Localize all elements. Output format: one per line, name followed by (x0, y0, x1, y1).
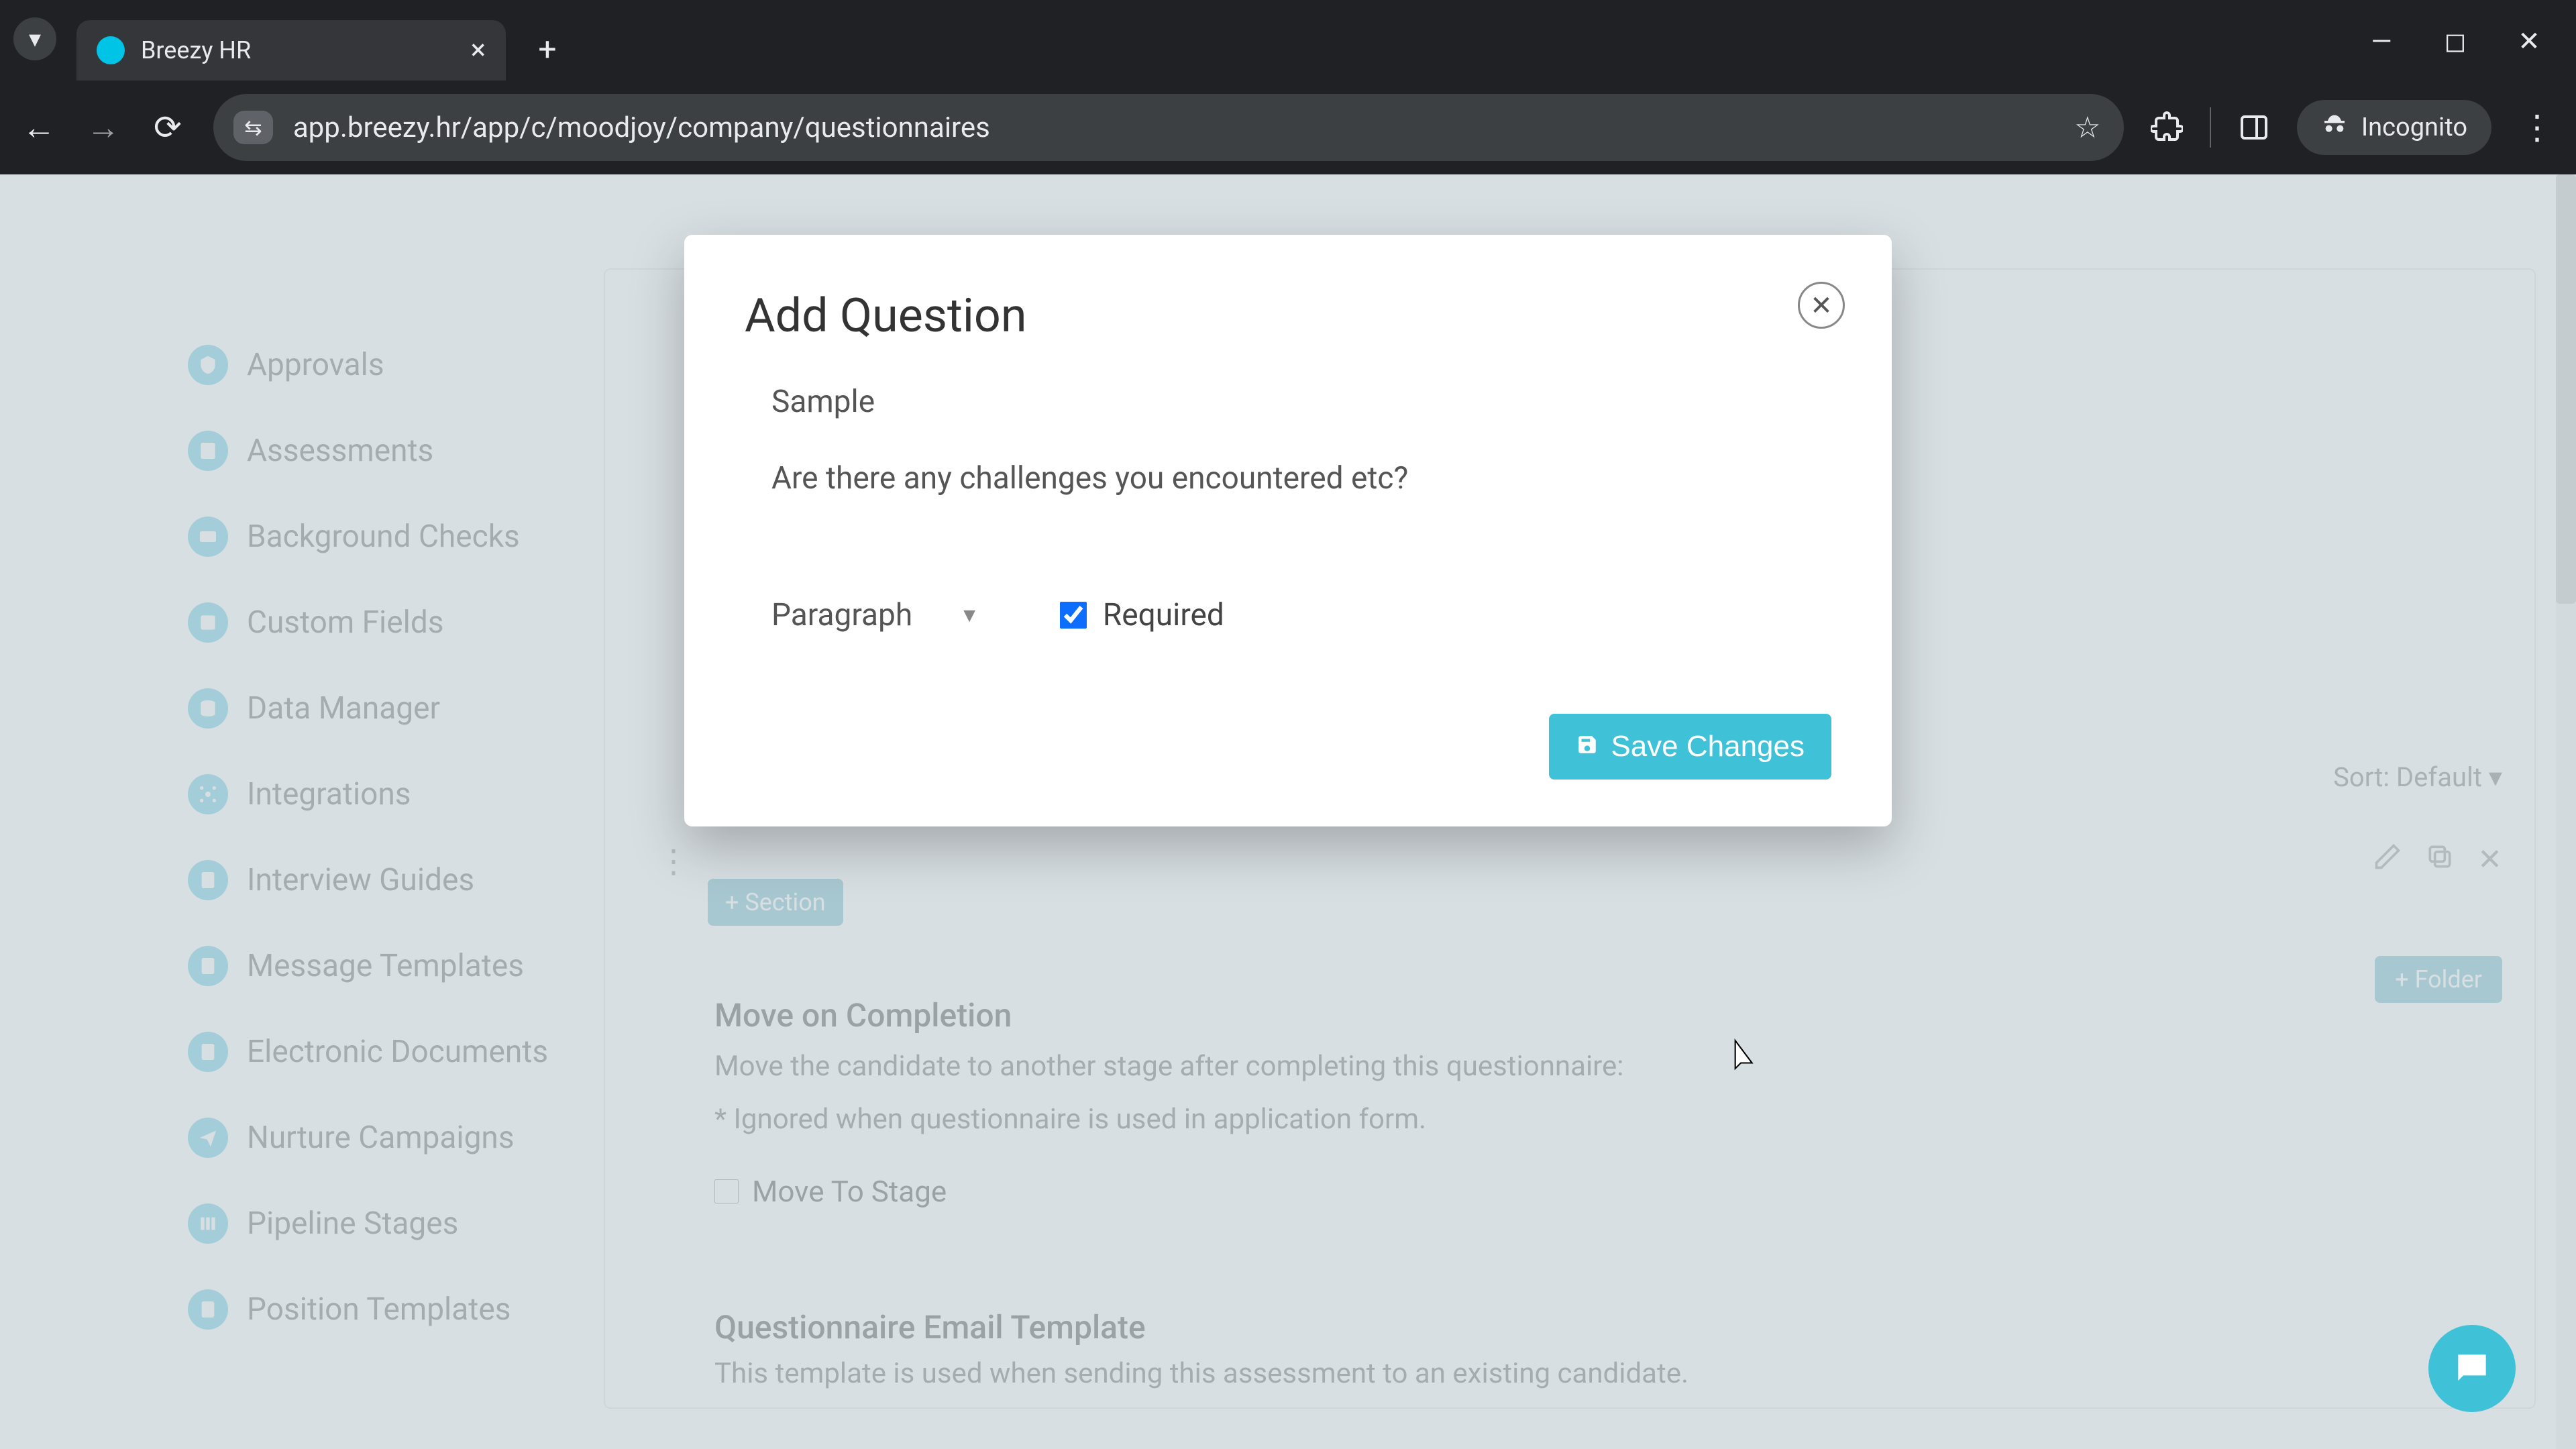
modal-close-button[interactable]: ✕ (1798, 282, 1845, 329)
tab-title: Breezy HR (141, 36, 455, 64)
chevron-down-icon: ▾ (29, 25, 41, 53)
incognito-icon (2321, 111, 2348, 144)
close-window-icon[interactable]: ✕ (2516, 25, 2542, 57)
address-bar[interactable]: ⇆ app.breezy.hr/app/c/moodjoy/company/qu… (213, 94, 2124, 161)
reload-button[interactable]: ⟳ (149, 109, 186, 146)
new-tab-button[interactable]: + (526, 28, 569, 70)
tab-strip: ▾ Breezy HR × + — ◻ ✕ (0, 0, 2576, 80)
extensions-icon[interactable] (2151, 111, 2183, 144)
add-question-modal: ✕ Add Question Sample Are there any chal… (684, 235, 1892, 826)
toolbar-divider (2210, 107, 2211, 148)
chevron-down-icon: ▼ (959, 604, 979, 627)
type-value: Paragraph (771, 597, 912, 633)
close-icon: ✕ (1810, 290, 1833, 321)
modal-title: Add Question (745, 288, 1831, 343)
tab-close-icon[interactable]: × (471, 36, 486, 64)
minimize-icon[interactable]: — (2368, 25, 2395, 57)
question-label-input[interactable]: Sample (771, 384, 1805, 420)
maximize-icon[interactable]: ◻ (2442, 25, 2469, 57)
page-viewport: Approvals Assessments Background Checks … (0, 174, 2576, 1449)
browser-tab[interactable]: Breezy HR × (76, 20, 506, 80)
browser-toolbar: ← → ⟳ ⇆ app.breezy.hr/app/c/moodjoy/comp… (0, 80, 2576, 174)
window-controls: — ◻ ✕ (2368, 25, 2542, 57)
favicon-icon (97, 36, 125, 64)
incognito-label: Incognito (2361, 113, 2467, 142)
chat-support-button[interactable] (2428, 1325, 2516, 1412)
back-button[interactable]: ← (20, 109, 58, 146)
chat-icon (2451, 1348, 2493, 1389)
browser-chrome: ▾ Breezy HR × + — ◻ ✕ ← → ⟳ ⇆ app.breezy… (0, 0, 2576, 174)
required-label: Required (1103, 597, 1224, 633)
question-text-input[interactable]: Are there any challenges you encountered… (771, 460, 1805, 496)
side-panel-icon[interactable] (2238, 111, 2270, 144)
save-label: Save Changes (1611, 730, 1805, 763)
tab-search-dropdown[interactable]: ▾ (13, 17, 56, 60)
site-info-icon[interactable]: ⇆ (233, 111, 273, 144)
question-type-select[interactable]: Paragraph ▼ (771, 597, 979, 633)
forward-button[interactable]: → (85, 109, 122, 146)
required-checkbox[interactable] (1060, 602, 1087, 629)
bookmark-icon[interactable]: ☆ (2072, 111, 2104, 144)
incognito-badge[interactable]: Incognito (2297, 100, 2491, 155)
required-checkbox-wrap[interactable]: Required (1060, 597, 1224, 633)
save-icon (1576, 730, 1599, 763)
save-changes-button[interactable]: Save Changes (1549, 714, 1831, 780)
url-text: app.breezy.hr/app/c/moodjoy/company/ques… (293, 111, 2051, 144)
question-options-row: Paragraph ▼ Required (771, 597, 1805, 633)
browser-menu-icon[interactable]: ⋮ (2518, 109, 2556, 146)
